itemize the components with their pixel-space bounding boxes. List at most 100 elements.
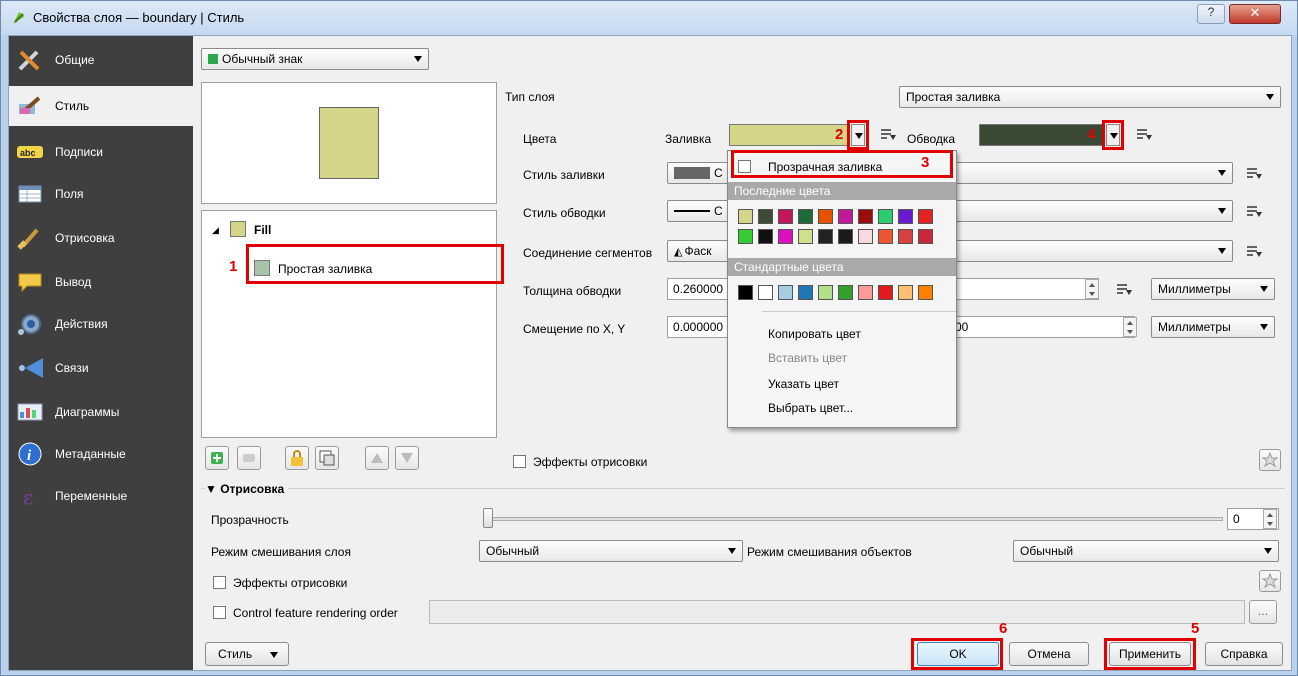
render-effects-settings-button[interactable] bbox=[1259, 570, 1281, 592]
paste-color-item[interactable]: Вставить цвет bbox=[768, 351, 847, 365]
stroke-width-spin[interactable] bbox=[1085, 279, 1099, 299]
annotation-5: 5 bbox=[1191, 620, 1200, 637]
color-swatch[interactable] bbox=[878, 209, 893, 224]
color-swatch[interactable] bbox=[738, 209, 753, 224]
color-swatch[interactable] bbox=[898, 229, 913, 244]
order-settings-button[interactable]: … bbox=[1249, 600, 1277, 624]
color-swatch[interactable] bbox=[858, 209, 873, 224]
color-swatch[interactable] bbox=[918, 285, 933, 300]
feature-blend-select[interactable]: Обычный bbox=[1013, 540, 1279, 562]
color-swatch[interactable] bbox=[738, 285, 753, 300]
info-icon: i bbox=[18, 442, 42, 466]
layer-type-select[interactable]: Простая заливка bbox=[899, 86, 1281, 108]
sidebar-item-label: Диаграммы bbox=[55, 405, 120, 419]
data-defined-icon[interactable] bbox=[1245, 203, 1263, 219]
color-swatch[interactable] bbox=[918, 209, 933, 224]
choose-color-item[interactable]: Выбрать цвет... bbox=[768, 401, 853, 415]
draw-effects-checkbox[interactable] bbox=[513, 455, 526, 468]
pick-color-item[interactable]: Указать цвет bbox=[768, 377, 839, 391]
move-down-button[interactable] bbox=[395, 446, 419, 470]
color-swatch[interactable] bbox=[918, 229, 933, 244]
render-effects-checkbox[interactable] bbox=[213, 576, 226, 589]
order-expression-field[interactable] bbox=[429, 600, 1245, 624]
rendering-section-header[interactable]: ▼ Отрисовка bbox=[205, 482, 289, 496]
standard-colors-header: Стандартные цвета bbox=[728, 258, 956, 276]
color-swatch[interactable] bbox=[738, 229, 753, 244]
move-up-button[interactable] bbox=[365, 446, 389, 470]
color-swatch[interactable] bbox=[838, 209, 853, 224]
stroke-width-unit-value: Миллиметры bbox=[1158, 282, 1231, 296]
remove-layer-button[interactable] bbox=[237, 446, 261, 470]
color-swatch[interactable] bbox=[878, 285, 893, 300]
transparency-spin[interactable] bbox=[1263, 509, 1277, 529]
color-swatch[interactable] bbox=[898, 285, 913, 300]
collapse-arrow-icon[interactable]: ◢ bbox=[212, 225, 219, 236]
cancel-button[interactable]: Отмена bbox=[1009, 642, 1089, 666]
feature-blend-value: Обычный bbox=[1020, 544, 1074, 558]
offset-y-spin[interactable] bbox=[1123, 317, 1137, 337]
sidebar-item-output[interactable]: Вывод bbox=[9, 262, 193, 302]
data-defined-icon[interactable] bbox=[1135, 126, 1153, 142]
data-defined-icon[interactable] bbox=[879, 126, 897, 142]
color-swatch[interactable] bbox=[758, 209, 773, 224]
stroke-width-unit-select[interactable]: Миллиметры bbox=[1151, 278, 1275, 300]
control-order-checkbox[interactable] bbox=[213, 606, 226, 619]
sidebar-item-variables[interactable]: ε Переменные bbox=[9, 476, 193, 516]
color-swatch[interactable] bbox=[818, 209, 833, 224]
offset-unit-select[interactable]: Миллиметры bbox=[1151, 316, 1275, 338]
sidebar-item-labels[interactable]: abc Подписи bbox=[9, 132, 193, 172]
stroke-color-label: Обводка bbox=[907, 132, 956, 146]
data-defined-icon[interactable] bbox=[1245, 165, 1263, 181]
color-swatch[interactable] bbox=[858, 285, 873, 300]
add-layer-button[interactable] bbox=[205, 446, 229, 470]
sidebar-item-joins[interactable]: Связи bbox=[9, 348, 193, 388]
help-title-button[interactable]: ? bbox=[1197, 4, 1225, 24]
color-swatch[interactable] bbox=[838, 285, 853, 300]
layer-blend-select[interactable]: Обычный bbox=[479, 540, 743, 562]
color-swatch[interactable] bbox=[798, 209, 813, 224]
sidebar-item-actions[interactable]: Действия bbox=[9, 304, 193, 344]
sidebar-item-style[interactable]: Стиль bbox=[9, 86, 193, 126]
help-button[interactable]: Справка bbox=[1205, 642, 1283, 666]
color-swatch[interactable] bbox=[878, 229, 893, 244]
color-swatch[interactable] bbox=[778, 229, 793, 244]
chevron-down-icon bbox=[270, 652, 278, 658]
color-swatch[interactable] bbox=[818, 229, 833, 244]
copy-color-item[interactable]: Копировать цвет bbox=[768, 327, 861, 341]
effects-settings-button[interactable] bbox=[1259, 449, 1281, 471]
duplicate-layer-button[interactable] bbox=[315, 446, 339, 470]
color-swatch[interactable] bbox=[858, 229, 873, 244]
sidebar-item-general[interactable]: Общие bbox=[9, 40, 193, 80]
color-swatch[interactable] bbox=[758, 229, 773, 244]
sidebar-item-label: Общие bbox=[55, 53, 95, 67]
data-defined-icon[interactable] bbox=[1115, 281, 1133, 297]
lock-layer-button[interactable] bbox=[285, 446, 309, 470]
svg-text:abc: abc bbox=[20, 148, 36, 158]
renderer-select[interactable]: Обычный знак bbox=[201, 48, 429, 70]
transparency-slider-track[interactable] bbox=[485, 517, 1223, 521]
color-swatch[interactable] bbox=[758, 285, 773, 300]
plus-icon bbox=[211, 452, 223, 464]
color-swatch[interactable] bbox=[898, 209, 913, 224]
brush-style-icon bbox=[19, 96, 41, 114]
color-swatch[interactable] bbox=[778, 285, 793, 300]
sidebar-item-rendering[interactable]: Отрисовка bbox=[9, 218, 193, 258]
close-button[interactable]: ✕ bbox=[1229, 4, 1281, 24]
data-defined-icon[interactable] bbox=[1245, 243, 1263, 259]
color-swatch[interactable] bbox=[798, 285, 813, 300]
color-swatch[interactable] bbox=[798, 229, 813, 244]
offset-y-input[interactable]: 00 bbox=[949, 316, 1135, 338]
fill-style-value: С bbox=[714, 166, 723, 180]
color-swatch[interactable] bbox=[778, 209, 793, 224]
style-menu-button[interactable]: Стиль bbox=[205, 642, 289, 666]
sidebar-item-metadata[interactable]: i Метаданные bbox=[9, 434, 193, 474]
sidebar-item-fields[interactable]: Поля bbox=[9, 174, 193, 214]
sidebar-item-diagrams[interactable]: Диаграммы bbox=[9, 392, 193, 432]
color-swatch[interactable] bbox=[838, 229, 853, 244]
fill-color-button[interactable] bbox=[729, 124, 849, 146]
tree-root-fill[interactable]: Fill bbox=[254, 223, 271, 237]
annotation-1: 1 bbox=[229, 258, 238, 275]
fill-symbol-icon bbox=[230, 221, 246, 237]
color-swatch[interactable] bbox=[818, 285, 833, 300]
transparency-slider-handle[interactable] bbox=[483, 508, 493, 528]
